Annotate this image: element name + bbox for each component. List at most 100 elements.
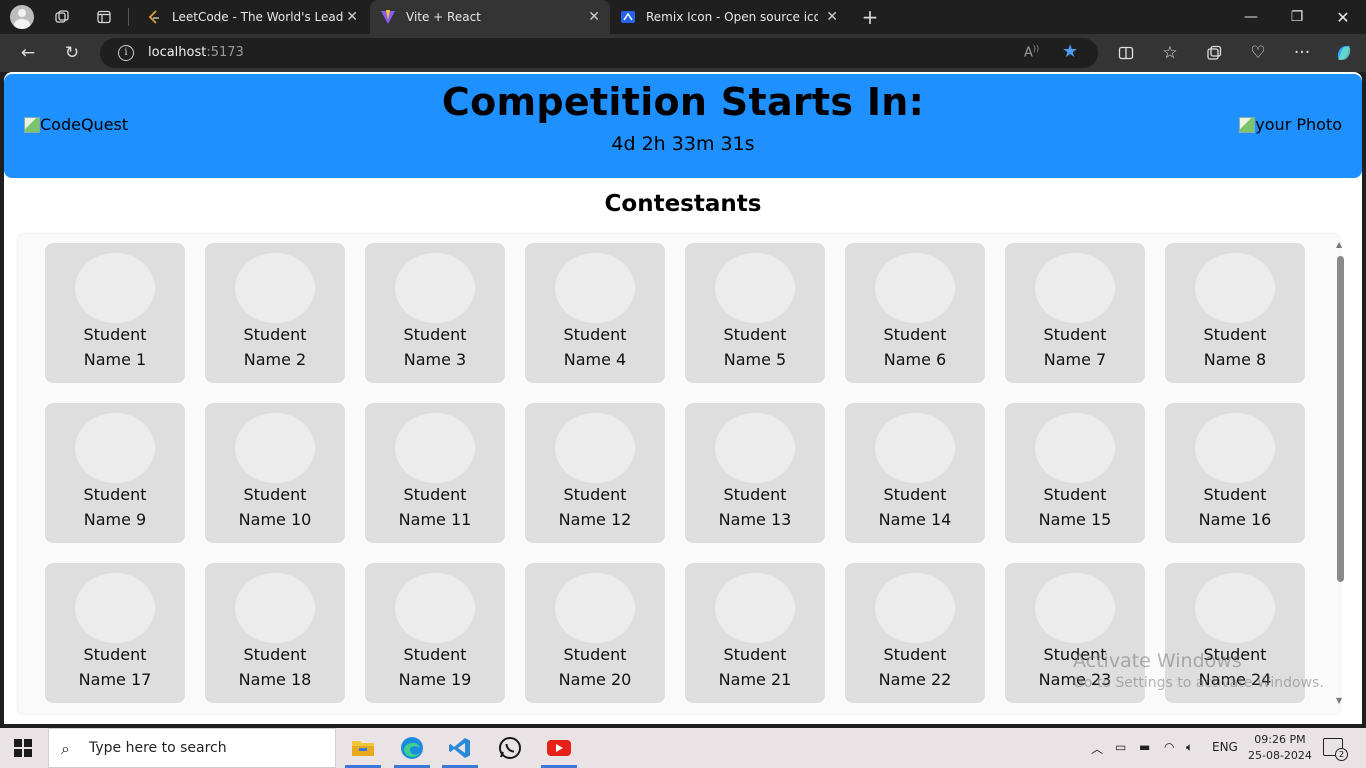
contestant-name: Student Name 21 [685, 642, 825, 692]
contestant-avatar [715, 253, 795, 323]
back-icon[interactable]: ← [16, 42, 40, 64]
close-tab-icon[interactable]: ✕ [346, 9, 358, 25]
contestant-card[interactable]: Student Name 14 [845, 403, 985, 543]
contestant-card[interactable]: Student Name 6 [845, 243, 985, 383]
contestant-name: Student Name 5 [685, 322, 825, 372]
contestant-name-line2: Name 17 [78, 670, 152, 689]
tab-vite-react[interactable]: Vite + React ✕ [370, 0, 610, 34]
notifications-icon[interactable]: 2 [1323, 738, 1348, 761]
tab-actions-icon[interactable] [92, 5, 116, 29]
close-window-icon[interactable]: ✕ [1320, 0, 1366, 34]
split-screen-icon[interactable] [1114, 42, 1138, 64]
contestant-card[interactable]: Student Name 9 [45, 403, 185, 543]
windows-taskbar: ⌕ Type here to search ︿ ▭ ▬ ◠ 🔈︎ ENG 09:… [0, 728, 1366, 768]
site-info-icon[interactable]: i [118, 45, 134, 61]
contestant-name-line2: Name 20 [558, 670, 632, 689]
contestant-name-line2: Name 5 [723, 350, 787, 369]
favorites-icon[interactable]: ☆ [1158, 42, 1182, 64]
contestant-avatar [1195, 253, 1275, 323]
contestant-card[interactable]: Student Name 22 [845, 563, 985, 703]
close-tab-icon[interactable]: ✕ [588, 9, 600, 25]
contestant-name-line1: Student [243, 325, 307, 344]
contestant-name-line1: Student [723, 645, 787, 664]
workspaces-icon[interactable] [50, 5, 74, 29]
contestant-card[interactable]: Student Name 10 [205, 403, 345, 543]
tab-leetcode[interactable]: LeetCode - The World's Leading Online Pr… [136, 0, 368, 34]
activate-windows-watermark: Activate Windows Go to Settings to activ… [1073, 650, 1324, 691]
clock-time: 09:26 PM [1254, 733, 1306, 746]
address-url[interactable]: localhost:5173 [148, 45, 244, 60]
edge-icon[interactable] [392, 728, 432, 768]
contestant-card[interactable]: Student Name 2 [205, 243, 345, 383]
new-tab-icon[interactable]: + [858, 5, 882, 29]
contestant-name-line1: Student [1203, 485, 1267, 504]
contestant-name-line1: Student [563, 325, 627, 344]
contestant-avatar [1195, 413, 1275, 483]
contestant-name-line1: Student [243, 485, 307, 504]
browser-essentials-icon[interactable]: ♡ [1246, 42, 1270, 64]
contestant-card[interactable]: Student Name 11 [365, 403, 505, 543]
contestant-avatar [75, 413, 155, 483]
contestant-card[interactable]: Student Name 19 [365, 563, 505, 703]
profile-avatar-icon[interactable] [10, 5, 34, 29]
url-host: localhost [148, 45, 207, 60]
contestant-card[interactable]: Student Name 3 [365, 243, 505, 383]
wifi-icon[interactable]: ◠ [1164, 740, 1174, 754]
windows-start-icon[interactable] [14, 739, 32, 757]
user-photo[interactable]: your Photo [1239, 115, 1342, 134]
contestant-name-line2: Name 1 [83, 350, 147, 369]
battery-icon[interactable]: ▬ [1139, 740, 1150, 754]
contestant-card[interactable]: Student Name 17 [45, 563, 185, 703]
contestant-avatar [395, 573, 475, 643]
tab-remix-icon[interactable]: Remix Icon - Open source icon library ✕ [610, 0, 848, 34]
read-aloud-icon[interactable]: A)) [1024, 44, 1039, 60]
contestant-name-line1: Student [1203, 325, 1267, 344]
favorite-star-icon[interactable]: ★ [1062, 41, 1078, 62]
minimize-icon[interactable]: — [1228, 0, 1274, 34]
taskbar-clock[interactable]: 09:26 PM 25-08-2024 [1248, 732, 1312, 764]
language-indicator[interactable]: ENG [1212, 740, 1238, 754]
contestant-name-line2: Name 18 [238, 670, 312, 689]
meet-now-icon[interactable]: ▭ [1115, 740, 1126, 754]
contestant-card[interactable]: Student Name 13 [685, 403, 825, 543]
page-viewport: CodeQuest Competition Starts In: 4d 2h 3… [4, 72, 1362, 724]
contestant-card[interactable]: Student Name 1 [45, 243, 185, 383]
youtube-icon[interactable] [539, 728, 579, 768]
contestant-card[interactable]: Student Name 20 [525, 563, 665, 703]
contestant-card[interactable]: Student Name 15 [1005, 403, 1145, 543]
scrollbar-thumb[interactable] [1337, 256, 1344, 582]
contestant-card[interactable]: Student Name 7 [1005, 243, 1145, 383]
contestant-avatar [715, 413, 795, 483]
contestant-card[interactable]: Student Name 8 [1165, 243, 1305, 383]
more-options-icon[interactable]: ··· [1290, 42, 1314, 64]
address-bar[interactable]: i localhost:5173 A)) ★ [100, 38, 1098, 68]
volume-icon[interactable]: 🔈︎ [1186, 740, 1193, 755]
contestant-name: Student Name 7 [1005, 322, 1145, 372]
contestant-name: Student Name 14 [845, 482, 985, 532]
contestant-name: Student Name 11 [365, 482, 505, 532]
contestant-name-line1: Student [83, 485, 147, 504]
contestant-avatar [875, 573, 955, 643]
contestant-card[interactable]: Student Name 4 [525, 243, 665, 383]
taskbar-search[interactable]: ⌕ Type here to search [48, 728, 336, 768]
contestant-card[interactable]: Student Name 16 [1165, 403, 1305, 543]
restore-icon[interactable]: ❐ [1274, 0, 1320, 34]
copilot-icon[interactable] [1332, 42, 1356, 64]
show-hidden-icons-icon[interactable]: ︿ [1091, 740, 1103, 757]
contestant-card[interactable]: Student Name 5 [685, 243, 825, 383]
contestant-name-line1: Student [1043, 325, 1107, 344]
scroll-down-arrow-icon[interactable]: ▼ [1336, 696, 1342, 705]
refresh-icon[interactable]: ↻ [60, 42, 84, 64]
url-port: :5173 [206, 45, 244, 60]
collections-icon[interactable] [1202, 42, 1226, 64]
contestant-card[interactable]: Student Name 21 [685, 563, 825, 703]
file-explorer-icon[interactable] [343, 728, 383, 768]
whatsapp-icon[interactable] [490, 728, 530, 768]
close-tab-icon[interactable]: ✕ [826, 9, 838, 25]
vscode-icon[interactable] [440, 728, 480, 768]
contestant-card[interactable]: Student Name 12 [525, 403, 665, 543]
scroll-up-arrow-icon[interactable]: ▲ [1336, 240, 1342, 249]
contestant-name-line1: Student [1043, 485, 1107, 504]
contestant-name: Student Name 16 [1165, 482, 1305, 532]
contestant-card[interactable]: Student Name 18 [205, 563, 345, 703]
